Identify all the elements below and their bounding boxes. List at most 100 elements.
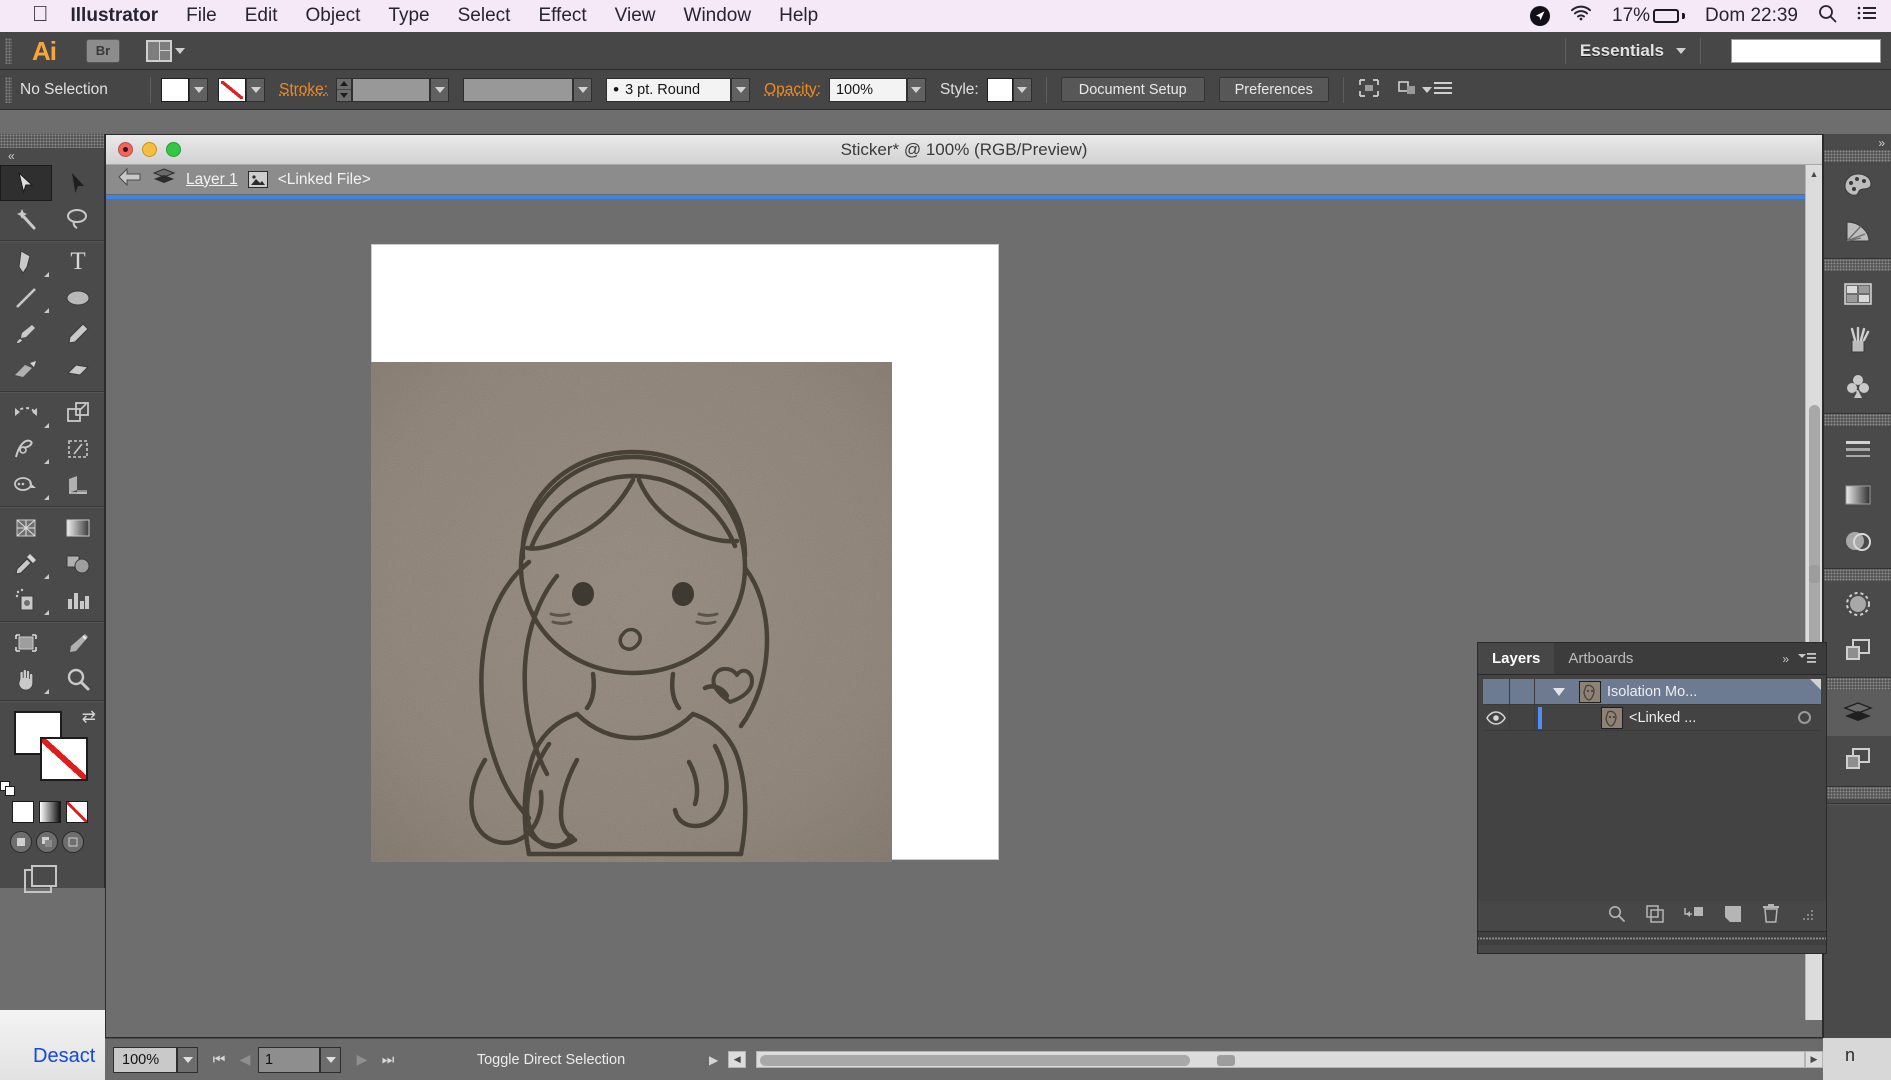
brush-definition-dropdown-icon[interactable] [731,77,751,102]
fill-swatch[interactable] [161,77,189,102]
dock-grip-6[interactable] [1824,787,1891,799]
menu-item-select[interactable]: Select [458,5,511,27]
stroke-swatch[interactable] [218,77,246,102]
shape-builder-tool[interactable] [0,467,52,503]
menu-item-object[interactable]: Object [306,5,361,27]
layer-target-indicator[interactable] [1787,711,1821,724]
apple-logo-icon[interactable]:  [32,3,49,25]
graphic-style-swatch[interactable] [986,77,1013,102]
gradient-tool[interactable] [52,510,104,546]
width-tool[interactable] [0,431,52,467]
desktop-text-left[interactable]: Desact [33,1045,95,1068]
artboards-icon[interactable] [1824,736,1891,782]
menu-item-help[interactable]: Help [779,5,818,27]
make-clipping-mask-icon[interactable] [1646,904,1664,928]
workspace-switcher[interactable]: Essentials [1580,41,1686,61]
next-artboard-icon[interactable]: ▶ [349,1051,375,1068]
rotate-tool[interactable] [0,395,52,431]
stroke-weight-field[interactable] [352,77,431,102]
layer-name[interactable]: <Linked ... [1629,710,1787,726]
horizontal-scroll-thumb[interactable] [760,1055,1191,1066]
appearance-icon[interactable] [1824,581,1891,627]
column-graph-tool[interactable] [52,582,104,618]
draw-behind-icon[interactable] [36,831,58,853]
color-guide-icon[interactable] [1824,208,1891,254]
opacity-field[interactable]: 100% [828,77,907,102]
double-chevron-right-icon[interactable]: » [1824,134,1891,150]
layer-row-linked[interactable]: <Linked ... [1483,705,1821,731]
dock-grip-3[interactable] [1824,414,1891,426]
dock-grip-4[interactable] [1824,569,1891,581]
fill-color-control[interactable] [161,77,208,102]
hand-tool[interactable] [0,661,52,697]
menu-item-window[interactable]: Window [684,5,752,27]
stroke-weight-stepper[interactable] [336,77,353,102]
panel-menu-icon[interactable] [1793,643,1826,674]
zoom-level-dropdown-icon[interactable] [177,1046,198,1073]
preferences-button[interactable]: Preferences [1218,77,1329,102]
stroke-label[interactable]: Stroke: [279,81,328,99]
layer-row-isolation[interactable]: Isolation Mo... [1483,679,1821,705]
artboard-number-field[interactable]: 1 [258,1046,320,1073]
back-arrow-icon[interactable] [118,167,142,192]
document-setup-button[interactable]: Document Setup [1060,77,1205,102]
fill-dropdown-icon[interactable] [189,77,208,102]
menu-item-illustrator[interactable]: Illustrator [71,5,159,27]
type-tool[interactable]: T [52,244,104,280]
resize-grip-icon[interactable] [1800,907,1814,926]
breadcrumb-layer-name[interactable]: Layer 1 [186,171,238,189]
location-arrow-icon[interactable] [1530,6,1551,26]
dock-grip-5[interactable] [1824,678,1891,690]
stroke-color-control[interactable] [218,77,265,102]
eraser-tool[interactable] [52,352,104,388]
stroke-dropdown-icon[interactable] [246,77,265,102]
opacity-label[interactable]: Opacity: [764,81,821,99]
layer-disclosure-triangle[interactable] [1545,687,1573,696]
direct-selection-tool[interactable] [52,165,104,201]
pencil-tool[interactable] [52,316,104,352]
scale-tool[interactable] [52,395,104,431]
launch-bridge-button[interactable]: Br [86,38,120,63]
app-bar-grip[interactable] [5,37,12,64]
tab-artboards[interactable]: Artboards [1554,643,1647,674]
blend-tool[interactable] [52,546,104,582]
slice-tool[interactable] [52,625,104,661]
scroll-right-arrow-icon[interactable]: ▶ [1805,1051,1823,1068]
align-icon[interactable] [1358,78,1380,102]
delete-selection-icon[interactable] [1762,904,1780,928]
dock-grip-1[interactable] [1824,150,1891,162]
status-menu-arrow-icon[interactable]: ▶ [709,1053,718,1067]
search-icon[interactable] [1818,4,1837,29]
last-artboard-icon[interactable]: ⏭ [375,1051,401,1068]
free-transform-tool[interactable] [52,431,104,467]
linked-image-artwork[interactable] [371,362,892,862]
layer-lock-toggle[interactable] [1509,679,1535,704]
stroke-color-swatch[interactable] [40,737,88,781]
swatches-icon[interactable] [1824,271,1891,317]
mesh-tool[interactable] [0,510,52,546]
stroke-icon[interactable] [1824,426,1891,472]
opacity-dropdown-icon[interactable] [906,77,926,102]
menu-item-edit[interactable]: Edit [245,5,278,27]
tab-layers[interactable]: Layers [1478,643,1555,674]
artboard[interactable] [371,244,999,862]
scroll-left-arrow-icon[interactable]: ◀ [728,1051,747,1068]
menu-item-view[interactable]: View [615,5,656,27]
stroke-profile-field[interactable] [463,77,574,102]
dock-grip-2[interactable] [1824,259,1891,271]
symbol-sprayer-tool[interactable] [0,582,52,618]
scroll-up-arrow-icon[interactable]: ▲ [1806,165,1822,182]
selection-tool[interactable] [0,165,52,201]
notification-center-icon[interactable] [1857,5,1877,27]
first-artboard-icon[interactable]: ⏮ [206,1051,232,1068]
menu-item-type[interactable]: Type [388,5,429,27]
previous-artboard-icon[interactable]: ◀ [232,1051,258,1068]
draw-inside-icon[interactable] [62,831,84,853]
search-input[interactable] [1731,38,1881,63]
symbols-icon[interactable] [1824,363,1891,409]
color-palette-icon[interactable] [1824,162,1891,208]
transparency-icon[interactable] [1824,518,1891,564]
artboard-tool[interactable] [0,625,52,661]
locate-object-icon[interactable] [1608,905,1626,928]
double-chevron-left-icon[interactable]: « [0,148,104,165]
